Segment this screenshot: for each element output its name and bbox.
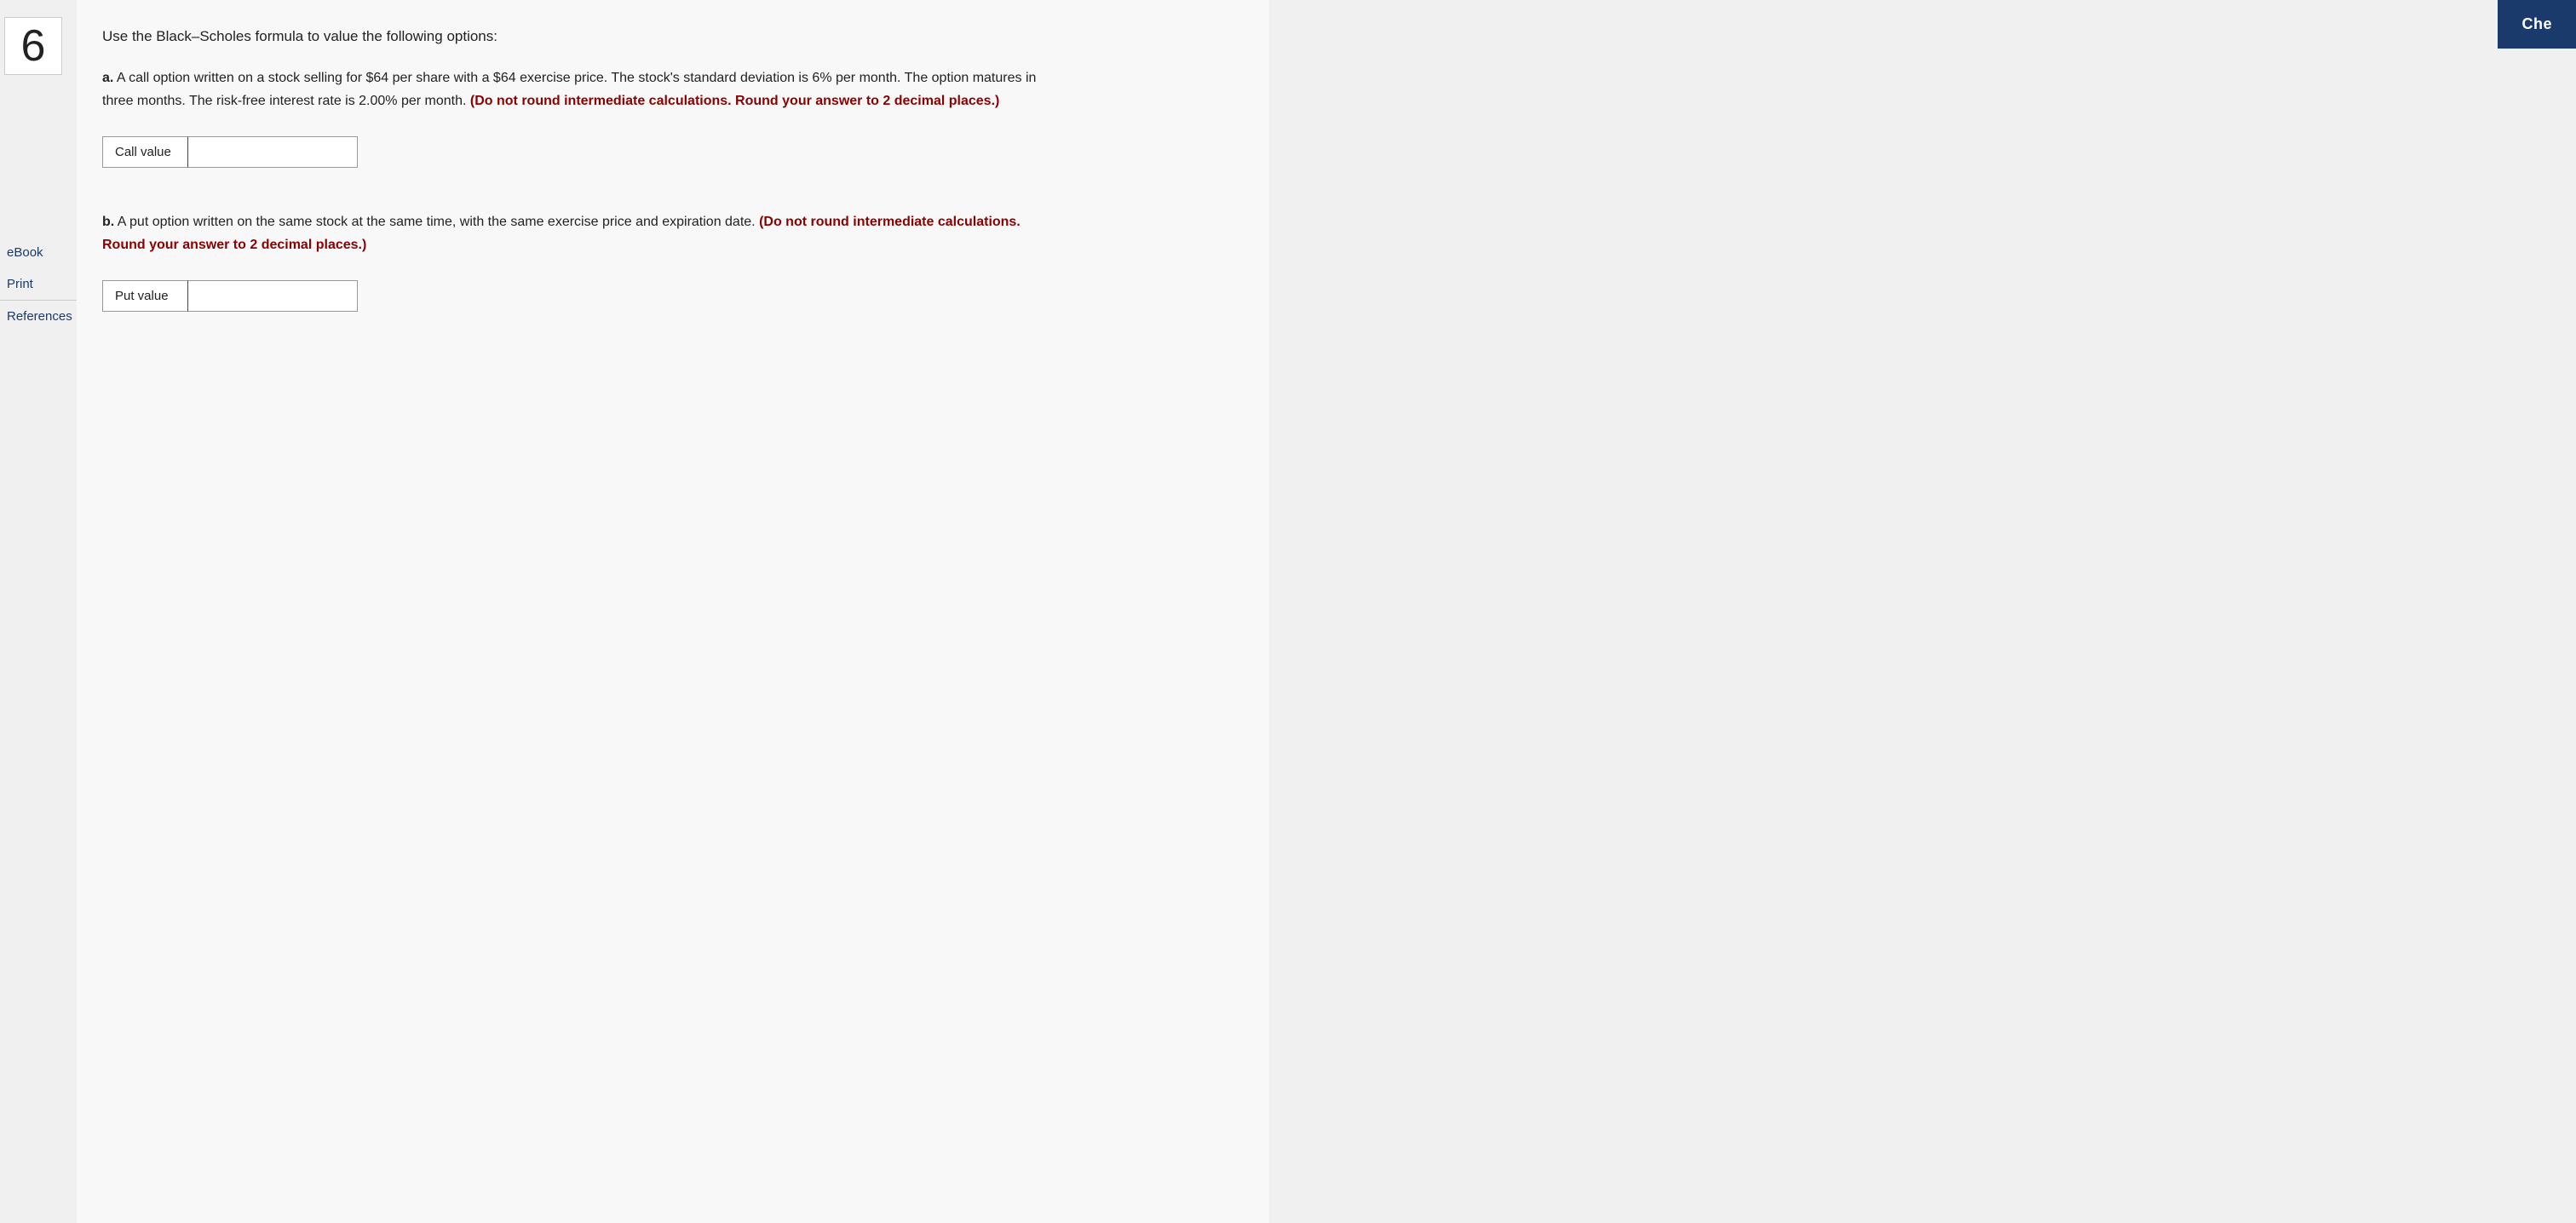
part-a: a. A call option written on a stock sell… xyxy=(102,66,1218,168)
question-number-box: 6 xyxy=(4,17,62,75)
call-value-label: Call value xyxy=(102,136,187,168)
call-value-input-row: Call value xyxy=(102,136,1218,168)
part-b-label: b. xyxy=(102,215,114,229)
main-content: Use the Black–Scholes formula to value t… xyxy=(77,0,1269,1223)
question-number: 6 xyxy=(21,20,46,72)
part-a-text-bold-red: (Do not round intermediate calculations.… xyxy=(470,94,999,108)
part-b-text: b. A put option written on the same stoc… xyxy=(102,210,1039,256)
top-bar: Che xyxy=(2498,0,2576,49)
call-value-input[interactable] xyxy=(187,136,358,168)
sidebar-links: eBook Print References xyxy=(0,237,77,332)
sidebar-link-references[interactable]: References xyxy=(0,300,77,332)
sidebar-link-print[interactable]: Print xyxy=(0,268,77,300)
check-button[interactable]: Che xyxy=(2498,0,2576,49)
part-b: b. A put option written on the same stoc… xyxy=(102,210,1218,312)
part-b-text-normal: A put option written on the same stock a… xyxy=(118,215,756,229)
left-sidebar: 6 eBook Print References xyxy=(0,0,77,1223)
part-a-label: a. xyxy=(102,71,113,85)
put-value-input-row: Put value xyxy=(102,280,1218,312)
put-value-label: Put value xyxy=(102,280,187,312)
question-intro: Use the Black–Scholes formula to value t… xyxy=(102,26,1218,48)
sidebar-link-ebook[interactable]: eBook xyxy=(0,237,77,268)
part-a-text: a. A call option written on a stock sell… xyxy=(102,66,1039,112)
put-value-input[interactable] xyxy=(187,280,358,312)
page-layout: 6 eBook Print References Use the Black–S… xyxy=(0,0,2576,1223)
